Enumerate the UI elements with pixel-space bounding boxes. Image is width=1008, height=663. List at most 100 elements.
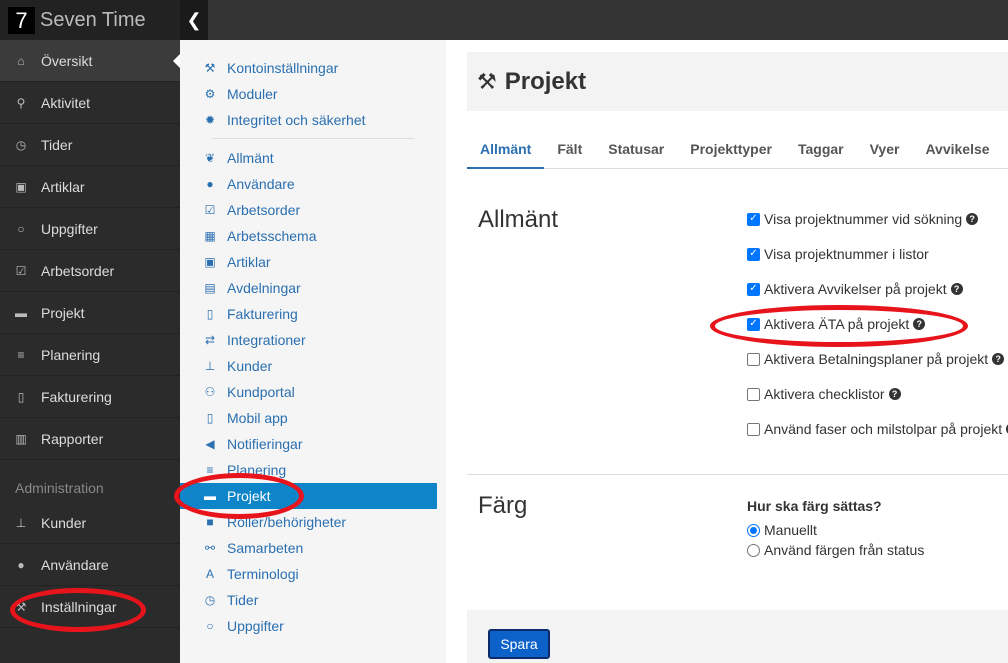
tab-statusar[interactable]: Statusar <box>595 135 677 169</box>
checkbox[interactable]: ✓ <box>747 247 760 261</box>
submenu-item-label: Notifieringar <box>227 436 303 452</box>
option-label: Aktivera Betalningsplaner på projekt <box>764 351 989 367</box>
tab-projekttyper[interactable]: Projekttyper <box>677 135 785 169</box>
tab-avvikelse[interactable]: Avvikelse <box>912 135 1002 169</box>
briefcase-icon: ▬ <box>15 305 27 320</box>
sidebar-item-oversikt[interactable]: ⌂ Översikt <box>0 40 180 82</box>
question-circle-icon[interactable]: ? <box>888 388 901 400</box>
color-option-anvand-fargen-fran-status[interactable]: Använd färgen från status <box>747 540 924 560</box>
checkbox[interactable]: ✓ <box>747 282 760 296</box>
submenu-item-arbetsorder[interactable]: ☑ Arbetsorder <box>180 197 446 223</box>
submenu-item-terminologi[interactable]: A Terminologi <box>180 561 446 587</box>
submenu-divider <box>212 138 414 139</box>
brand-name: Seven Time <box>40 8 146 31</box>
radio-button[interactable] <box>747 543 760 557</box>
sidebar-item-arbetsorder[interactable]: ☑ Arbetsorder <box>0 250 180 292</box>
submenu-item-label: Integritet och säkerhet <box>227 112 366 128</box>
submenu-item-label: Allmänt <box>227 150 274 166</box>
submenu-item-mobil-app[interactable]: ▯ Mobil app <box>180 405 446 431</box>
option-label: Visa projektnummer i listor <box>764 246 929 262</box>
question-circle-icon[interactable]: ? <box>950 283 963 295</box>
sidebar-item-anvandare[interactable]: ● Användare <box>0 544 180 586</box>
building-icon: ▤ <box>204 281 216 295</box>
submenu-item-artiklar[interactable]: ▣ Artiklar <box>180 249 446 275</box>
sidebar-item-tider[interactable]: ◷ Tider <box>0 124 180 166</box>
submenu-item-kunder[interactable]: ⊥ Kunder <box>180 353 446 379</box>
calendar-icon: ▦ <box>204 229 216 243</box>
mobile-icon: ▯ <box>206 411 214 425</box>
sidebar-item-kunder[interactable]: ⊥ Kunder <box>0 502 180 544</box>
option-label: Använd faser och milstolpar på projekt <box>764 421 1003 437</box>
certificate-icon: ✹ <box>204 113 216 127</box>
option-anvand-faser-och-milstolpar-pa-projekt[interactable]: Använd faser och milstolpar på projekt? <box>747 419 1008 439</box>
submenu-item-label: Arbetsschema <box>227 228 317 244</box>
sidebar-item-label: Uppgifter <box>41 220 98 237</box>
sidebar-item-planering[interactable]: ≡ Planering <box>0 334 180 376</box>
page-header: ⚒ Projekt <box>467 52 1008 111</box>
sidebar-item-label: Fakturering <box>41 388 112 405</box>
tab-allmant[interactable]: Allmänt <box>467 135 545 169</box>
submenu-item-arbetsschema[interactable]: ▦ Arbetsschema <box>180 223 446 249</box>
option-visa-projektnummer-vid-sokning[interactable]: ✓ Visa projektnummer vid sökning? <box>747 209 979 229</box>
sidebar-item-label: Kunder <box>41 514 87 531</box>
sidebar-item-rapporter[interactable]: ▥ Rapporter <box>0 418 180 460</box>
submenu-item-anvandare[interactable]: ● Användare <box>180 171 446 197</box>
home-icon: ⌂ <box>17 53 25 68</box>
circle-icon: ○ <box>17 221 25 236</box>
save-button[interactable]: Spara <box>488 629 550 659</box>
clock-icon: ◷ <box>204 593 216 607</box>
section-divider <box>467 474 1008 475</box>
submenu-item-allmant[interactable]: ❦ Allmänt <box>180 145 446 171</box>
checkbox[interactable] <box>747 352 760 366</box>
submenu-item-tider[interactable]: ◷ Tider <box>180 587 446 613</box>
tab-vyer[interactable]: Vyer <box>857 135 913 169</box>
wrench-icon: ⚒ <box>477 68 497 94</box>
color-question-label: Hur ska färg sättas? <box>747 498 882 514</box>
option-label: Aktivera checklistor <box>764 386 885 402</box>
option-aktivera-checklistor[interactable]: Aktivera checklistor? <box>747 384 901 404</box>
submenu-item-avdelningar[interactable]: ▤ Avdelningar <box>180 275 446 301</box>
checkbox[interactable]: ✓ <box>747 212 760 226</box>
sidebar-item-fakturering[interactable]: ▯ Fakturering <box>0 376 180 418</box>
circle-icon: ○ <box>206 619 214 633</box>
submenu-item-notifieringar[interactable]: ◀ Notifieringar <box>180 431 446 457</box>
radio-label: Använd färgen från status <box>764 542 925 558</box>
handshake-icon: ⚯ <box>204 541 216 555</box>
submenu-item-fakturering[interactable]: ▯ Fakturering <box>180 301 446 327</box>
checkbox-icon: ☑ <box>204 203 216 217</box>
color-option-manuellt[interactable]: Manuellt <box>747 520 817 540</box>
option-visa-projektnummer-i-listor[interactable]: ✓ Visa projektnummer i listor <box>747 244 929 264</box>
page-title: Projekt <box>504 67 587 95</box>
submenu-item-integritet-och-sakerhet[interactable]: ✹ Integritet och säkerhet <box>180 107 446 133</box>
checkbox[interactable] <box>747 387 760 401</box>
option-label: Visa projektnummer vid sökning <box>764 211 963 227</box>
submenu-item-label: Kontoinställningar <box>227 60 339 76</box>
question-circle-icon[interactable]: ? <box>966 213 979 225</box>
brand[interactable]: 7 Seven Time <box>0 0 180 40</box>
tab-bar: Allmänt Fält Statusar Projekttyper Taggar Vye… <box>467 135 1008 169</box>
file-icon: ▯ <box>206 307 214 321</box>
brand-logo: 7 <box>8 6 35 34</box>
checkbox-icon: ☑ <box>15 263 27 278</box>
sidebar-item-artiklar[interactable]: ▣ Artiklar <box>0 166 180 208</box>
submenu-item-samarbeten[interactable]: ⚯ Samarbeten <box>180 535 446 561</box>
submenu-item-kundportal[interactable]: ⚇ Kundportal <box>180 379 446 405</box>
submenu-item-kontoinstallningar[interactable]: ⚒ Kontoinställningar <box>180 55 446 81</box>
radio-button[interactable] <box>747 523 760 537</box>
option-aktivera-avvikelser-pa-projekt[interactable]: ✓ Aktivera Avvikelser på projekt? <box>747 279 963 299</box>
sidebar-item-uppgifter[interactable]: ○ Uppgifter <box>0 208 180 250</box>
submenu-item-uppgifter[interactable]: ○ Uppgifter <box>180 613 446 639</box>
submenu-item-integrationer[interactable]: ⇄ Integrationer <box>180 327 446 353</box>
collapse-sidebar-button[interactable]: ❮ <box>180 0 208 40</box>
tab-falt[interactable]: Fält <box>544 135 595 169</box>
general-section-title: Allmänt <box>478 206 559 233</box>
submenu-item-moduler[interactable]: ⚙ Moduler <box>180 81 446 107</box>
checkbox[interactable] <box>747 422 760 436</box>
highlight-ellipse-projekt <box>174 473 304 519</box>
sidebar-item-aktivitet[interactable]: ⚲ Aktivitet <box>0 82 180 124</box>
question-circle-icon[interactable]: ? <box>992 353 1005 365</box>
option-aktivera-betalningsplaner-pa-projekt[interactable]: Aktivera Betalningsplaner på projekt? <box>747 349 1005 369</box>
tab-taggar[interactable]: Taggar <box>785 135 857 169</box>
sidebar-item-projekt[interactable]: ▬ Projekt <box>0 292 180 334</box>
money-icon: ▣ <box>204 255 216 269</box>
